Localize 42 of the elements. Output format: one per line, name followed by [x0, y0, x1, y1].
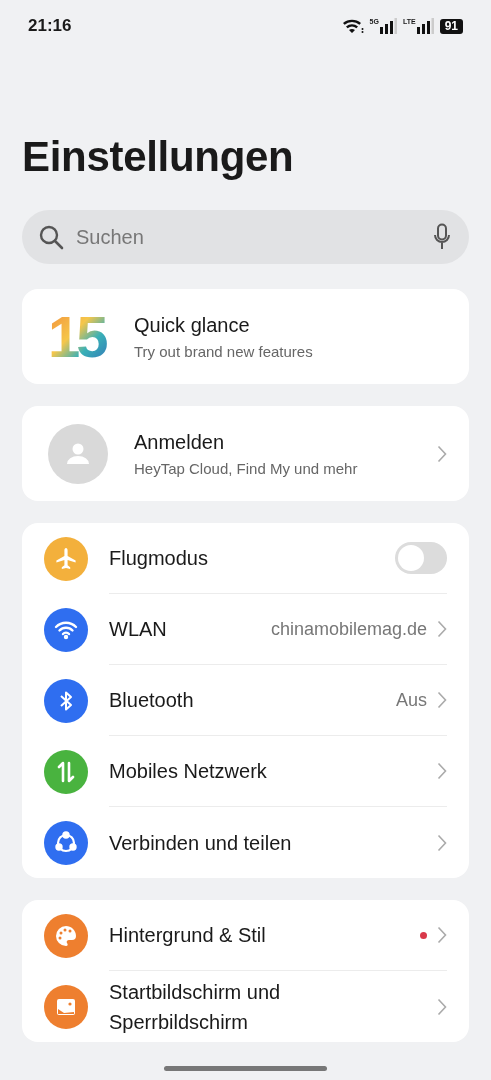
search-icon	[38, 224, 64, 250]
row-value: Aus	[395, 689, 427, 711]
battery-level: 91	[439, 18, 463, 34]
avatar-icon	[48, 423, 108, 484]
row-label: Mobiles Netzwerk	[109, 759, 267, 784]
chevron-icon	[437, 926, 447, 944]
chevron-icon	[437, 691, 447, 709]
settings-row[interactable]: Hintergrund & Stil	[44, 900, 447, 971]
chevron-icon	[437, 444, 447, 463]
settings-row[interactable]: Bluetooth Aus	[44, 665, 447, 736]
chevron-icon	[437, 762, 447, 780]
card-title: Quick glance	[134, 313, 251, 337]
signal-bars-icon	[415, 18, 434, 34]
microphone-icon[interactable]	[433, 223, 451, 251]
chevron-icon	[437, 620, 447, 638]
toggle-switch[interactable]	[395, 542, 447, 574]
settings-row[interactable]: Startbildschirm und Sperrbildschirm	[44, 971, 447, 1042]
page-title: Einstellungen	[22, 132, 295, 182]
quick-glance-card[interactable]: 15 Quick glance Try out brand new features	[22, 289, 469, 384]
card-subtitle: Try out brand new features	[134, 342, 314, 360]
row-label: Bluetooth	[109, 688, 194, 713]
chevron-icon	[437, 833, 447, 852]
status-time: 21:16	[28, 16, 72, 36]
home-indicator[interactable]	[164, 1066, 327, 1071]
card-title: Anmelden	[134, 430, 226, 454]
settings-row[interactable]: WLAN chinamobilemag.de	[44, 594, 447, 665]
settings-row[interactable]: Mobiles Netzwerk	[44, 736, 447, 807]
signal-bars-icon	[378, 18, 397, 34]
row-label: Verbinden und teilen	[109, 830, 292, 856]
chevron-icon	[437, 997, 447, 1016]
row-value: chinamobilemag.de	[270, 618, 427, 640]
card-subtitle: HeyTap Cloud, Find My und mehr	[134, 459, 359, 477]
settings-row[interactable]: Flugmodus	[44, 523, 447, 594]
account-card[interactable]: Anmelden HeyTap Cloud, Find My und mehr	[22, 406, 469, 501]
row-label: WLAN	[109, 617, 167, 642]
wifi-signal-icon	[341, 18, 364, 34]
search-input[interactable]: Suchen	[74, 224, 423, 250]
settings-row[interactable]: Verbinden und teilen	[44, 807, 447, 878]
search-field[interactable]: Suchen	[22, 210, 469, 264]
row-label: Hintergrund & Stil	[109, 923, 266, 948]
row-label: Flugmodus	[109, 546, 208, 571]
row-label: Startbildschirm und Sperrbildschirm	[109, 979, 282, 1035]
